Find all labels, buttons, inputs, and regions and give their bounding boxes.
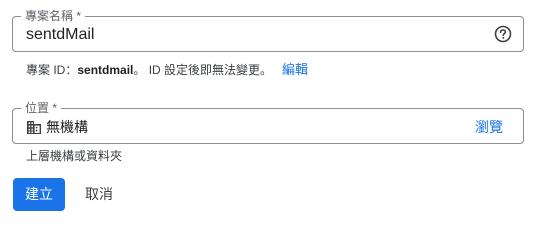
project-id-value: sentdmail [77, 63, 134, 77]
create-button[interactable]: 建立 [13, 178, 65, 211]
project-name-field[interactable]: 專案名稱 * sentdMail [12, 9, 524, 52]
create-project-form: 專案名稱 * sentdMail 專案 ID：sentdmail。 ID 設定後… [0, 0, 543, 221]
edit-project-id-link[interactable]: 編輯 [282, 62, 308, 78]
location-helper-text: 上層機構或資料夾 [26, 149, 123, 163]
browse-location-button[interactable]: 瀏覽 [475, 118, 503, 136]
project-id-note: 。 ID 設定後即無法變更。 [133, 63, 273, 77]
location-field[interactable]: 位置 * 無機構 瀏覽 [12, 101, 524, 144]
project-name-label: 專案名稱 * [21, 9, 86, 23]
project-name-value[interactable]: sentdMail [26, 25, 94, 45]
cancel-button[interactable]: 取消 [73, 178, 125, 211]
building-icon [26, 119, 42, 135]
project-id-prefix: 專案 ID： [26, 63, 78, 77]
location-label: 位置 * [21, 101, 62, 115]
location-value: 無機構 [46, 119, 88, 135]
project-id-info: 專案 ID：sentdmail。 ID 設定後即無法變更。 [26, 62, 272, 78]
help-circle-icon[interactable] [493, 24, 513, 44]
